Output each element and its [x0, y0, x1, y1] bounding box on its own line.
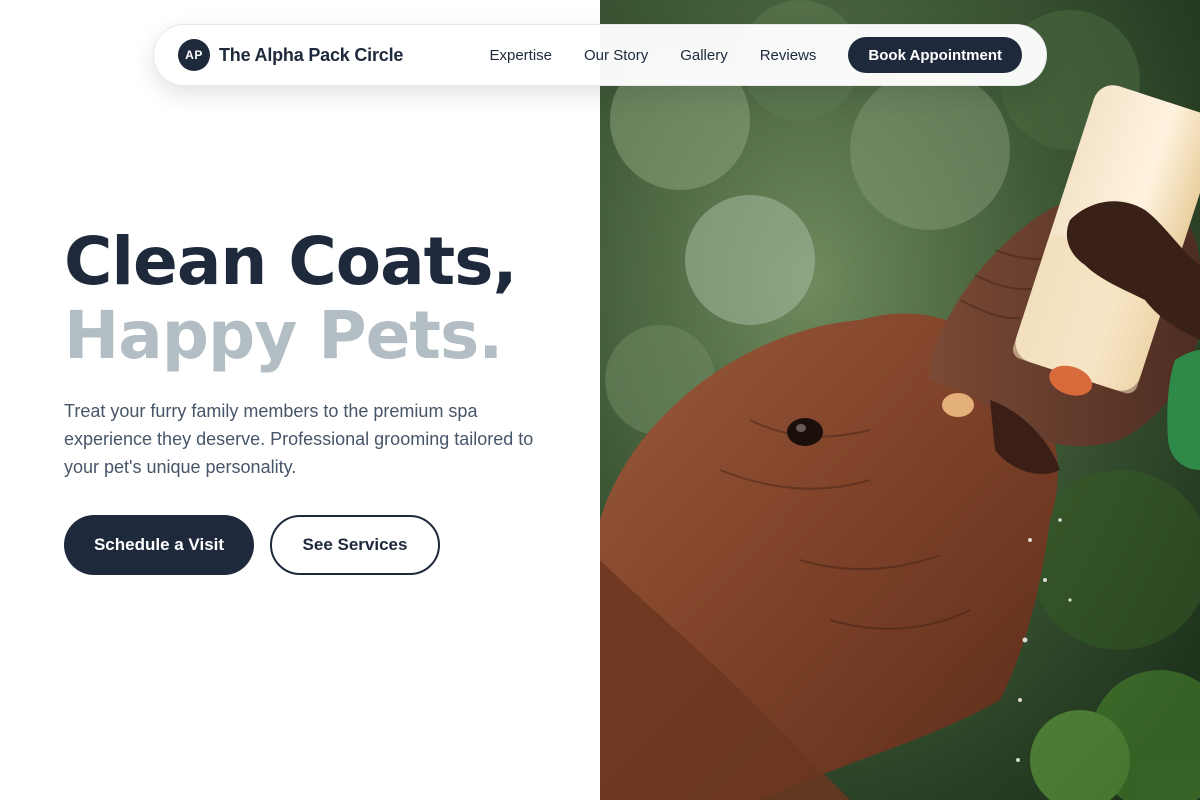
- brand-logo[interactable]: AP The Alpha Pack Circle: [178, 39, 403, 71]
- book-appointment-button[interactable]: Book Appointment: [848, 37, 1022, 73]
- top-navbar: AP The Alpha Pack Circle Expertise Our S…: [153, 24, 1047, 86]
- elephant-feeding-image: [600, 0, 1200, 800]
- nav-links: Expertise Our Story Gallery Reviews Book…: [489, 37, 1022, 73]
- hero-subtitle: Treat your furry family members to the p…: [64, 401, 534, 477]
- see-services-button[interactable]: See Services: [270, 515, 440, 575]
- brand-name: The Alpha Pack Circle: [219, 44, 404, 65]
- brand-badge: AP: [178, 39, 210, 71]
- hero-title-line-2: Happy Pets.: [64, 297, 503, 374]
- nav-link-our-story[interactable]: Our Story: [584, 47, 648, 64]
- hero-photo: [600, 0, 1200, 800]
- schedule-visit-button[interactable]: Schedule a Visit: [64, 515, 254, 575]
- hero-title: Clean Coats, Happy Pets.: [64, 225, 584, 373]
- nav-link-expertise[interactable]: Expertise: [489, 47, 552, 64]
- hero-actions: Schedule a Visit See Services: [64, 515, 584, 575]
- hero-title-line-1: Clean Coats,: [64, 223, 518, 300]
- nav-link-reviews[interactable]: Reviews: [760, 47, 817, 64]
- hero-section: Clean Coats, Happy Pets. Treat your furr…: [64, 225, 584, 575]
- nav-link-gallery[interactable]: Gallery: [680, 47, 728, 64]
